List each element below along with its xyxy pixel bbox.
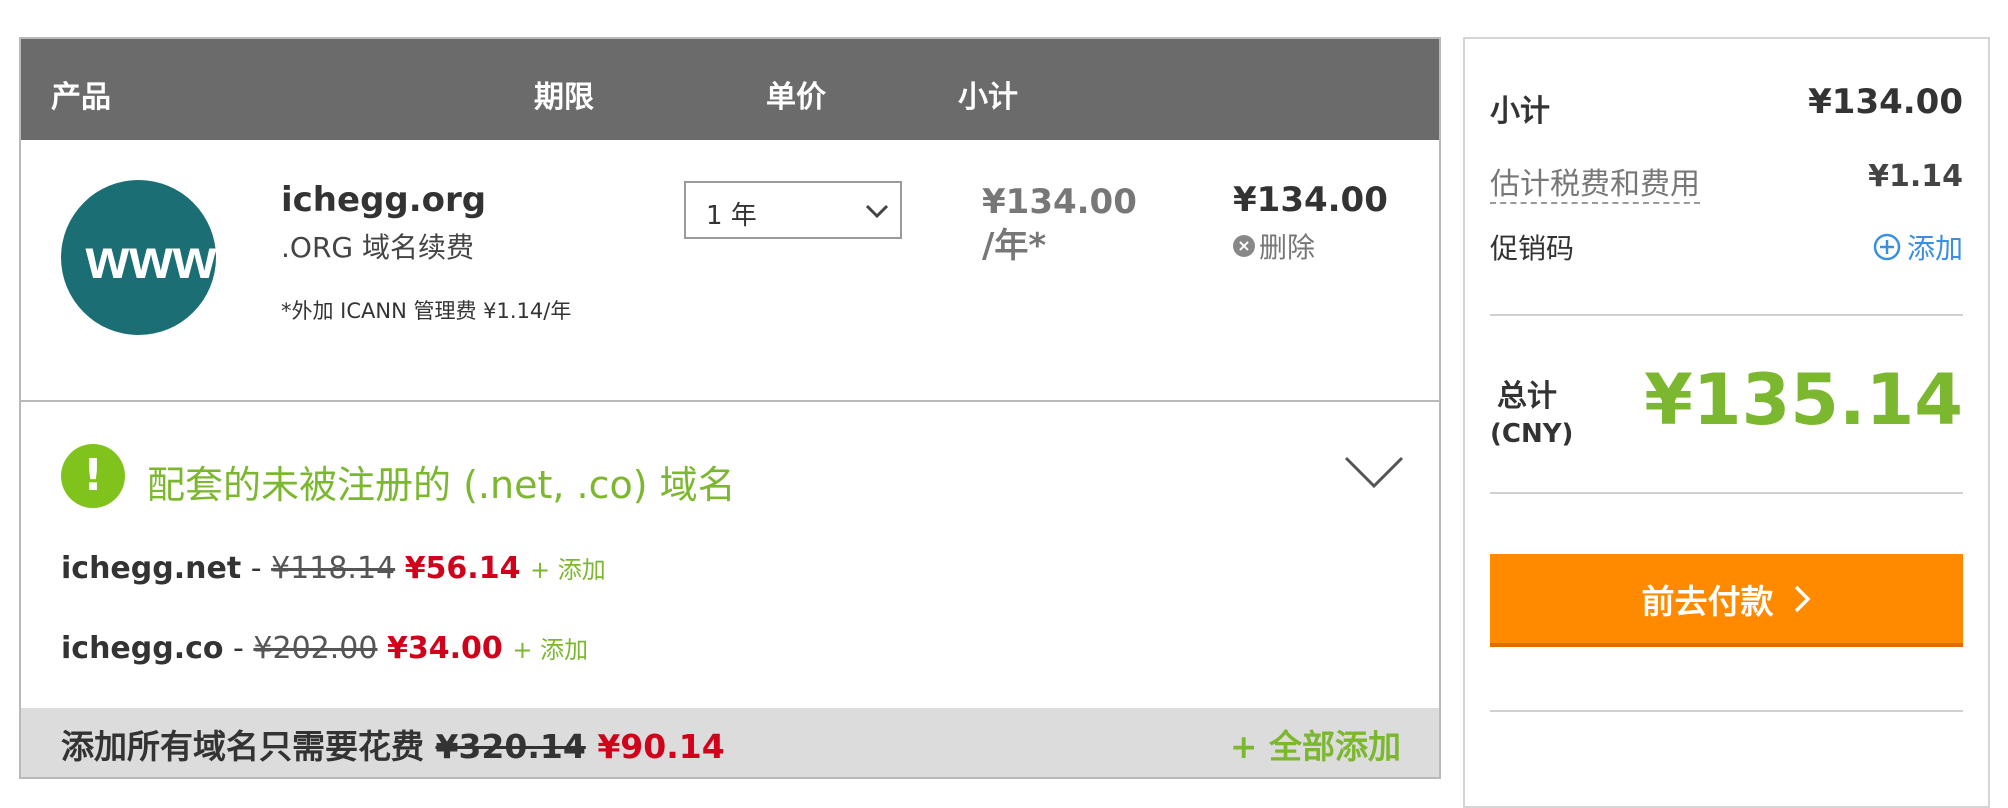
plus-circle-icon bbox=[1873, 233, 1901, 261]
bundle-original-price: ¥320.14 bbox=[435, 727, 586, 766]
related-domain-name: ichegg.co bbox=[61, 631, 224, 666]
add-all-button[interactable]: + 全部添加 bbox=[1230, 720, 1401, 768]
collapse-chevron-icon[interactable] bbox=[1343, 454, 1405, 494]
product-description: .ORG 域名续费 bbox=[281, 231, 474, 264]
summary-subtotal-row: 小计 ¥134.00 bbox=[1490, 82, 1963, 130]
table-header: 产品 期限 单价 小计 bbox=[21, 39, 1439, 140]
separator: - bbox=[223, 631, 254, 666]
original-price: ¥202.00 bbox=[253, 631, 378, 666]
item-subtotal: ¥134.00 bbox=[1233, 180, 1388, 220]
add-promo-link[interactable]: 添加 bbox=[1873, 227, 1963, 267]
related-domain-item: ichegg.net - ¥118.14 ¥56.14 + 添加 bbox=[61, 550, 606, 586]
chevron-down-icon bbox=[864, 197, 890, 230]
remove-circle-icon: × bbox=[1233, 235, 1255, 257]
unit-price-value: ¥134.00 bbox=[982, 182, 1137, 222]
header-unit-price: 单价 bbox=[766, 80, 826, 115]
promo-code-label: 促销码 bbox=[1490, 232, 1575, 265]
summary-subtotal-label: 小计 bbox=[1490, 94, 1550, 129]
bundle-sale-price: ¥90.14 bbox=[597, 727, 725, 766]
cart-item-row: www ichegg.org .ORG 域名续费 *外加 ICANN 管理费 ¥… bbox=[21, 140, 1439, 402]
bundle-text: 添加所有域名只需要花费 ¥320.14 ¥90.14 bbox=[61, 720, 725, 768]
exclamation-icon: ! bbox=[61, 444, 125, 508]
order-summary: 小计 ¥134.00 估计税费和费用 ¥1.14 促销码 添加 总计 (CNY)… bbox=[1463, 37, 1990, 808]
unit-price: ¥134.00 /年* bbox=[982, 180, 1137, 268]
total-amount: ¥135.14 bbox=[1644, 359, 1963, 441]
related-domain-name: ichegg.net bbox=[61, 551, 242, 586]
checkout-button[interactable]: 前去付款 bbox=[1490, 554, 1963, 647]
logo-text: www bbox=[85, 227, 217, 290]
term-select[interactable]: 1 年 bbox=[684, 181, 902, 239]
icann-fee-note: *外加 ICANN 管理费 ¥1.14/年 bbox=[281, 299, 572, 323]
separator: - bbox=[241, 551, 272, 586]
total-label: 总计 bbox=[1497, 379, 1557, 414]
bundle-label: 添加所有域名只需要花费 bbox=[61, 727, 424, 766]
cart-table: 产品 期限 单价 小计 www ichegg.org .ORG 域名续费 *外加… bbox=[19, 37, 1441, 779]
divider bbox=[1490, 710, 1963, 712]
sale-price: ¥56.14 bbox=[404, 551, 521, 586]
summary-tax-row: 估计税费和费用 ¥1.14 bbox=[1490, 159, 1963, 204]
term-select-value: 1 年 bbox=[706, 201, 757, 231]
summary-subtotal-value: ¥134.00 bbox=[1808, 82, 1963, 122]
unit-price-suffix: /年* bbox=[982, 226, 1047, 266]
bundle-bar: 添加所有域名只需要花费 ¥320.14 ¥90.14 + 全部添加 bbox=[21, 708, 1439, 777]
checkout-label: 前去付款 bbox=[1641, 581, 1774, 621]
chevron-right-icon bbox=[1794, 585, 1810, 612]
summary-tax-value: ¥1.14 bbox=[1868, 159, 1963, 194]
divider bbox=[1490, 492, 1963, 494]
remove-item-link[interactable]: × 删除 bbox=[1233, 226, 1315, 266]
sale-price: ¥34.00 bbox=[387, 631, 503, 666]
remove-label: 删除 bbox=[1259, 231, 1316, 264]
related-domains-title: 配套的未被注册的 (.net, .co) 域名 bbox=[147, 463, 736, 507]
header-product: 产品 bbox=[51, 80, 111, 115]
add-promo-label: 添加 bbox=[1906, 232, 1963, 265]
add-domain-link[interactable]: + 添加 bbox=[512, 636, 588, 664]
related-domain-item: ichegg.co - ¥202.00 ¥34.00 + 添加 bbox=[61, 630, 588, 666]
original-price: ¥118.14 bbox=[271, 551, 396, 586]
add-domain-link[interactable]: + 添加 bbox=[530, 556, 606, 584]
www-logo-icon: www bbox=[61, 180, 217, 335]
header-term: 期限 bbox=[534, 80, 594, 115]
summary-promo-row: 促销码 添加 bbox=[1490, 227, 1963, 267]
tax-label-link[interactable]: 估计税费和费用 bbox=[1490, 167, 1700, 204]
total-currency: (CNY) bbox=[1490, 419, 1574, 449]
divider bbox=[1490, 314, 1963, 316]
product-domain-name: ichegg.org bbox=[281, 180, 487, 220]
header-subtotal: 小计 bbox=[958, 80, 1018, 115]
